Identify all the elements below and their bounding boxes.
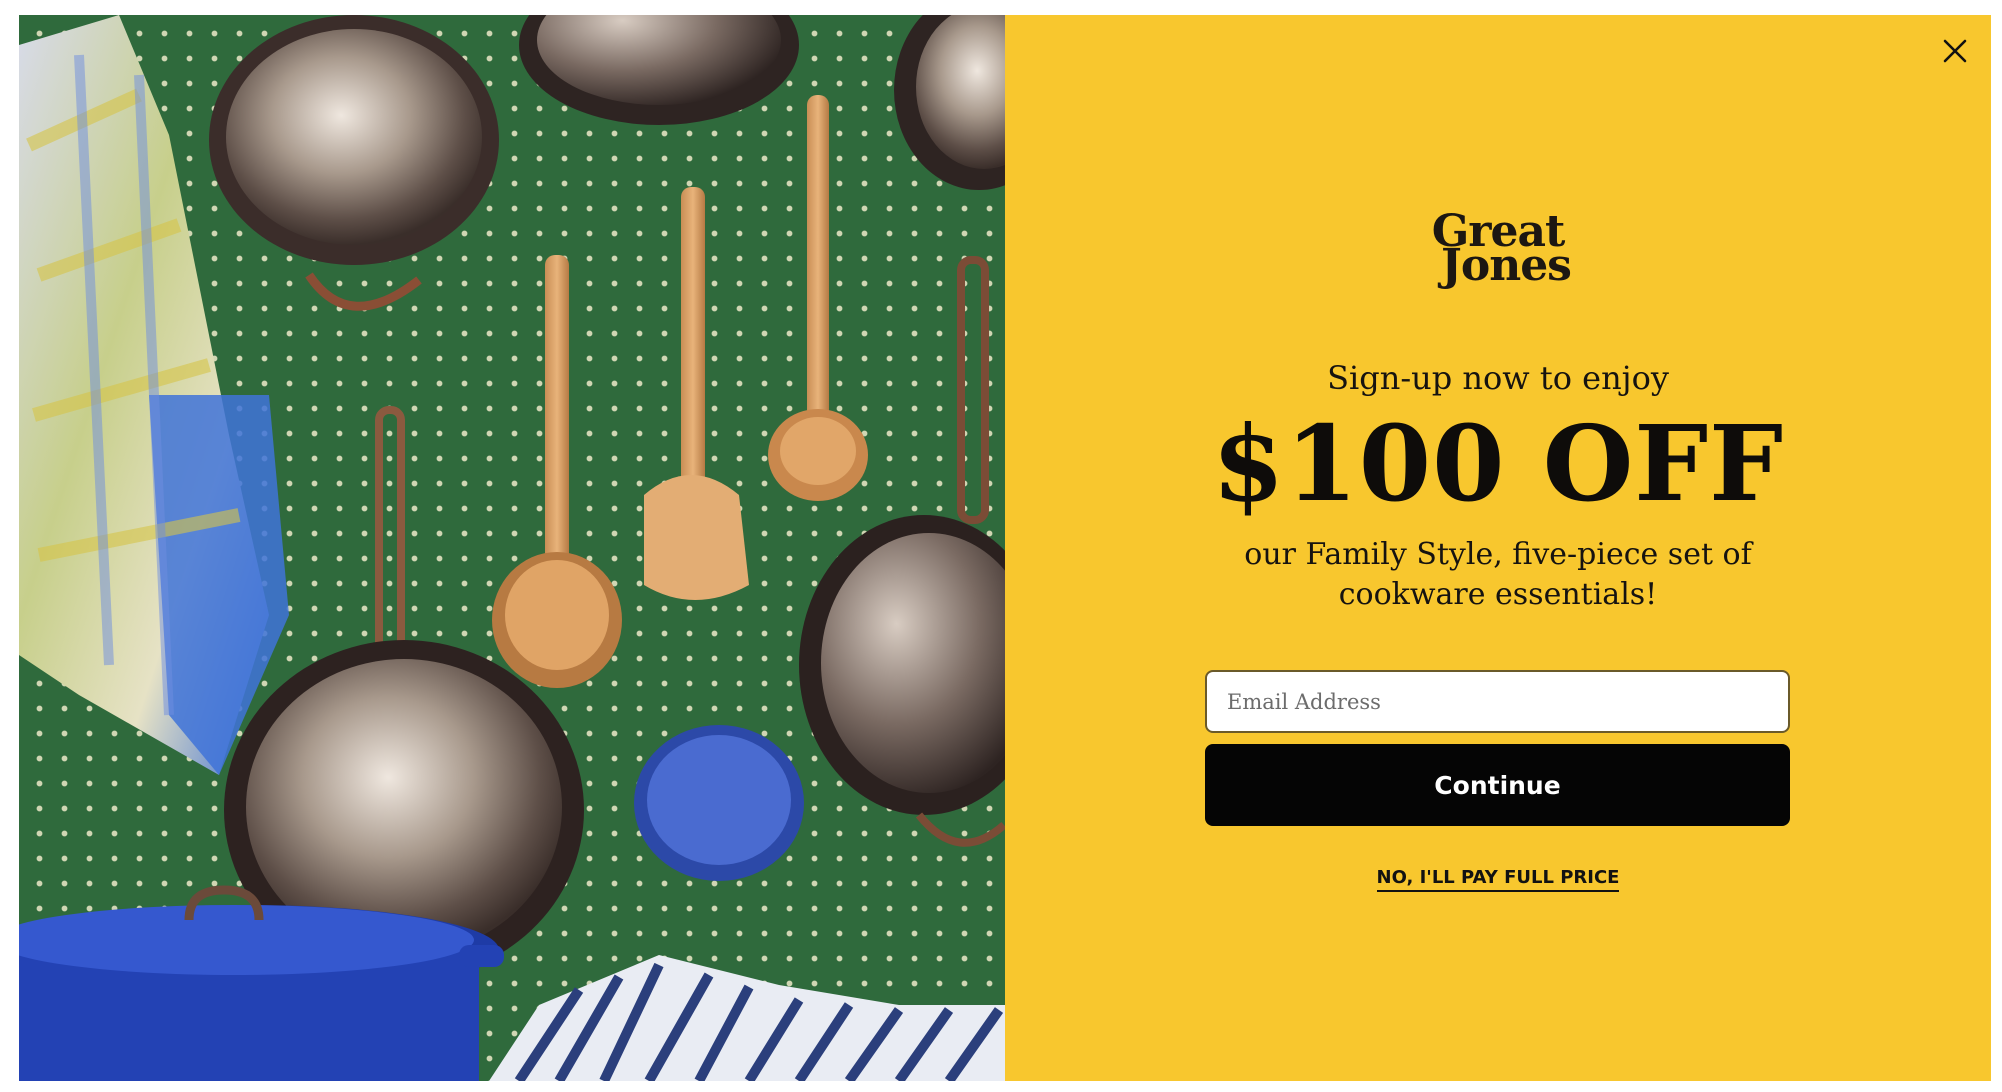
discount-headline: $100 OFF (1212, 402, 1784, 525)
decline-offer-link-container: NO, I'LL PAY FULL PRICE (1005, 867, 1991, 892)
product-photo (19, 15, 1005, 1081)
email-field[interactable] (1205, 670, 1790, 733)
close-icon (1943, 39, 1967, 63)
signup-text: Sign-up now to enjoy (1327, 359, 1669, 397)
offer-description: our Family Style, five-piece set of cook… (1244, 537, 1752, 612)
cookware-illustration (19, 15, 1005, 1081)
offer-panel: Great Jones Sign-up now to enjoy $100 OF… (1005, 15, 1991, 1081)
continue-button[interactable]: Continue (1205, 744, 1790, 826)
decline-offer-link[interactable]: NO, I'LL PAY FULL PRICE (1376, 867, 1620, 892)
close-button[interactable] (1933, 29, 1977, 73)
brand-logo: Great Jones (1005, 210, 1991, 291)
logo-line-2: Jones (1441, 240, 1572, 291)
signup-modal: Great Jones Sign-up now to enjoy $100 OF… (19, 15, 1991, 1081)
